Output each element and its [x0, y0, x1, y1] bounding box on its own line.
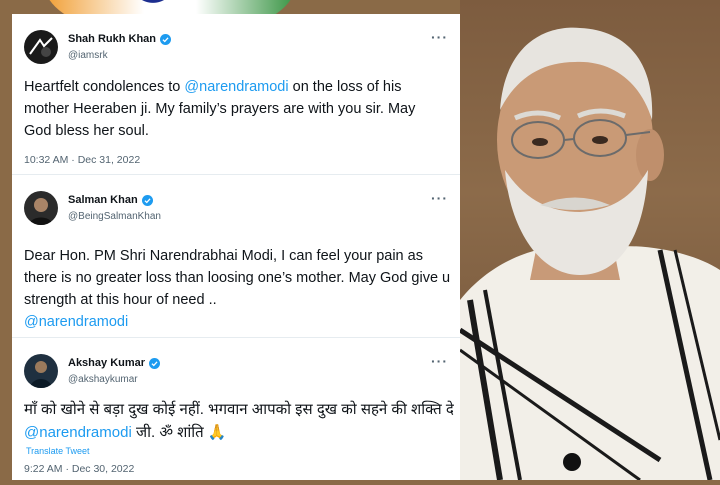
more-options-icon[interactable]: ···	[431, 354, 448, 368]
mention-link[interactable]: @narendramodi	[24, 424, 132, 441]
author-name-line[interactable]: Salman Khan	[68, 194, 153, 206]
author-name[interactable]: Shah Rukh Khan	[68, 33, 156, 45]
author-name[interactable]: Salman Khan	[68, 194, 138, 206]
tweet-text: Heartfelt condolences to @narendramodi o…	[24, 76, 444, 142]
tweet-timestamp[interactable]: 9:22 AM · Dec 30, 2022	[24, 463, 134, 475]
mention-link[interactable]: @narendramodi	[184, 79, 288, 95]
tweet-text: माँ को खोने से बड़ा दुख कोई नहीं. भगवान …	[24, 398, 454, 444]
author-handle[interactable]: @BeingSalmanKhan	[68, 211, 161, 222]
tweet-text-part: माँ को खोने से बड़ा दुख कोई नहीं. भगवान …	[24, 401, 454, 418]
person-photo	[458, 0, 720, 482]
tweet-text-part: Heartfelt condolences to	[24, 79, 185, 95]
mention-link[interactable]: @narendramodi	[24, 314, 128, 330]
avatar[interactable]	[24, 30, 58, 64]
avatar[interactable]	[24, 191, 58, 225]
verified-badge-icon	[141, 194, 153, 206]
verified-badge-icon	[160, 33, 172, 45]
person-illustration	[458, 27, 720, 482]
tweet-text-part: जी. ॐ शांति 🙏	[131, 424, 227, 441]
author-handle[interactable]: @akshaykumar	[68, 374, 138, 385]
author-handle[interactable]: @iamsrk	[68, 50, 108, 61]
tweet-timestamp[interactable]: 10:32 AM · Dec 31, 2022	[24, 154, 140, 166]
tweet-card: Akshay Kumar @akshaykumar ··· माँ को खोन…	[12, 338, 460, 480]
avatar[interactable]	[24, 354, 58, 388]
author-name-line[interactable]: Akshay Kumar	[68, 357, 161, 369]
tweet-text-part: Dear Hon. PM Shri Narendrabhai Modi, I c…	[24, 248, 451, 308]
tweets-collage: Shah Rukh Khan @iamsrk ··· Heartfelt con…	[12, 14, 460, 480]
tweet-card: Shah Rukh Khan @iamsrk ··· Heartfelt con…	[12, 14, 460, 175]
more-options-icon[interactable]: ···	[431, 191, 448, 205]
author-name[interactable]: Akshay Kumar	[68, 357, 145, 369]
tweet-text: Dear Hon. PM Shri Narendrabhai Modi, I c…	[24, 245, 454, 333]
more-options-icon[interactable]: ···	[431, 30, 448, 44]
author-name-line[interactable]: Shah Rukh Khan	[68, 33, 172, 45]
translate-tweet-link[interactable]: Translate Tweet	[26, 446, 90, 456]
verified-badge-icon	[149, 357, 161, 369]
tweet-card: Salman Khan @BeingSalmanKhan ··· Dear Ho…	[12, 175, 460, 338]
